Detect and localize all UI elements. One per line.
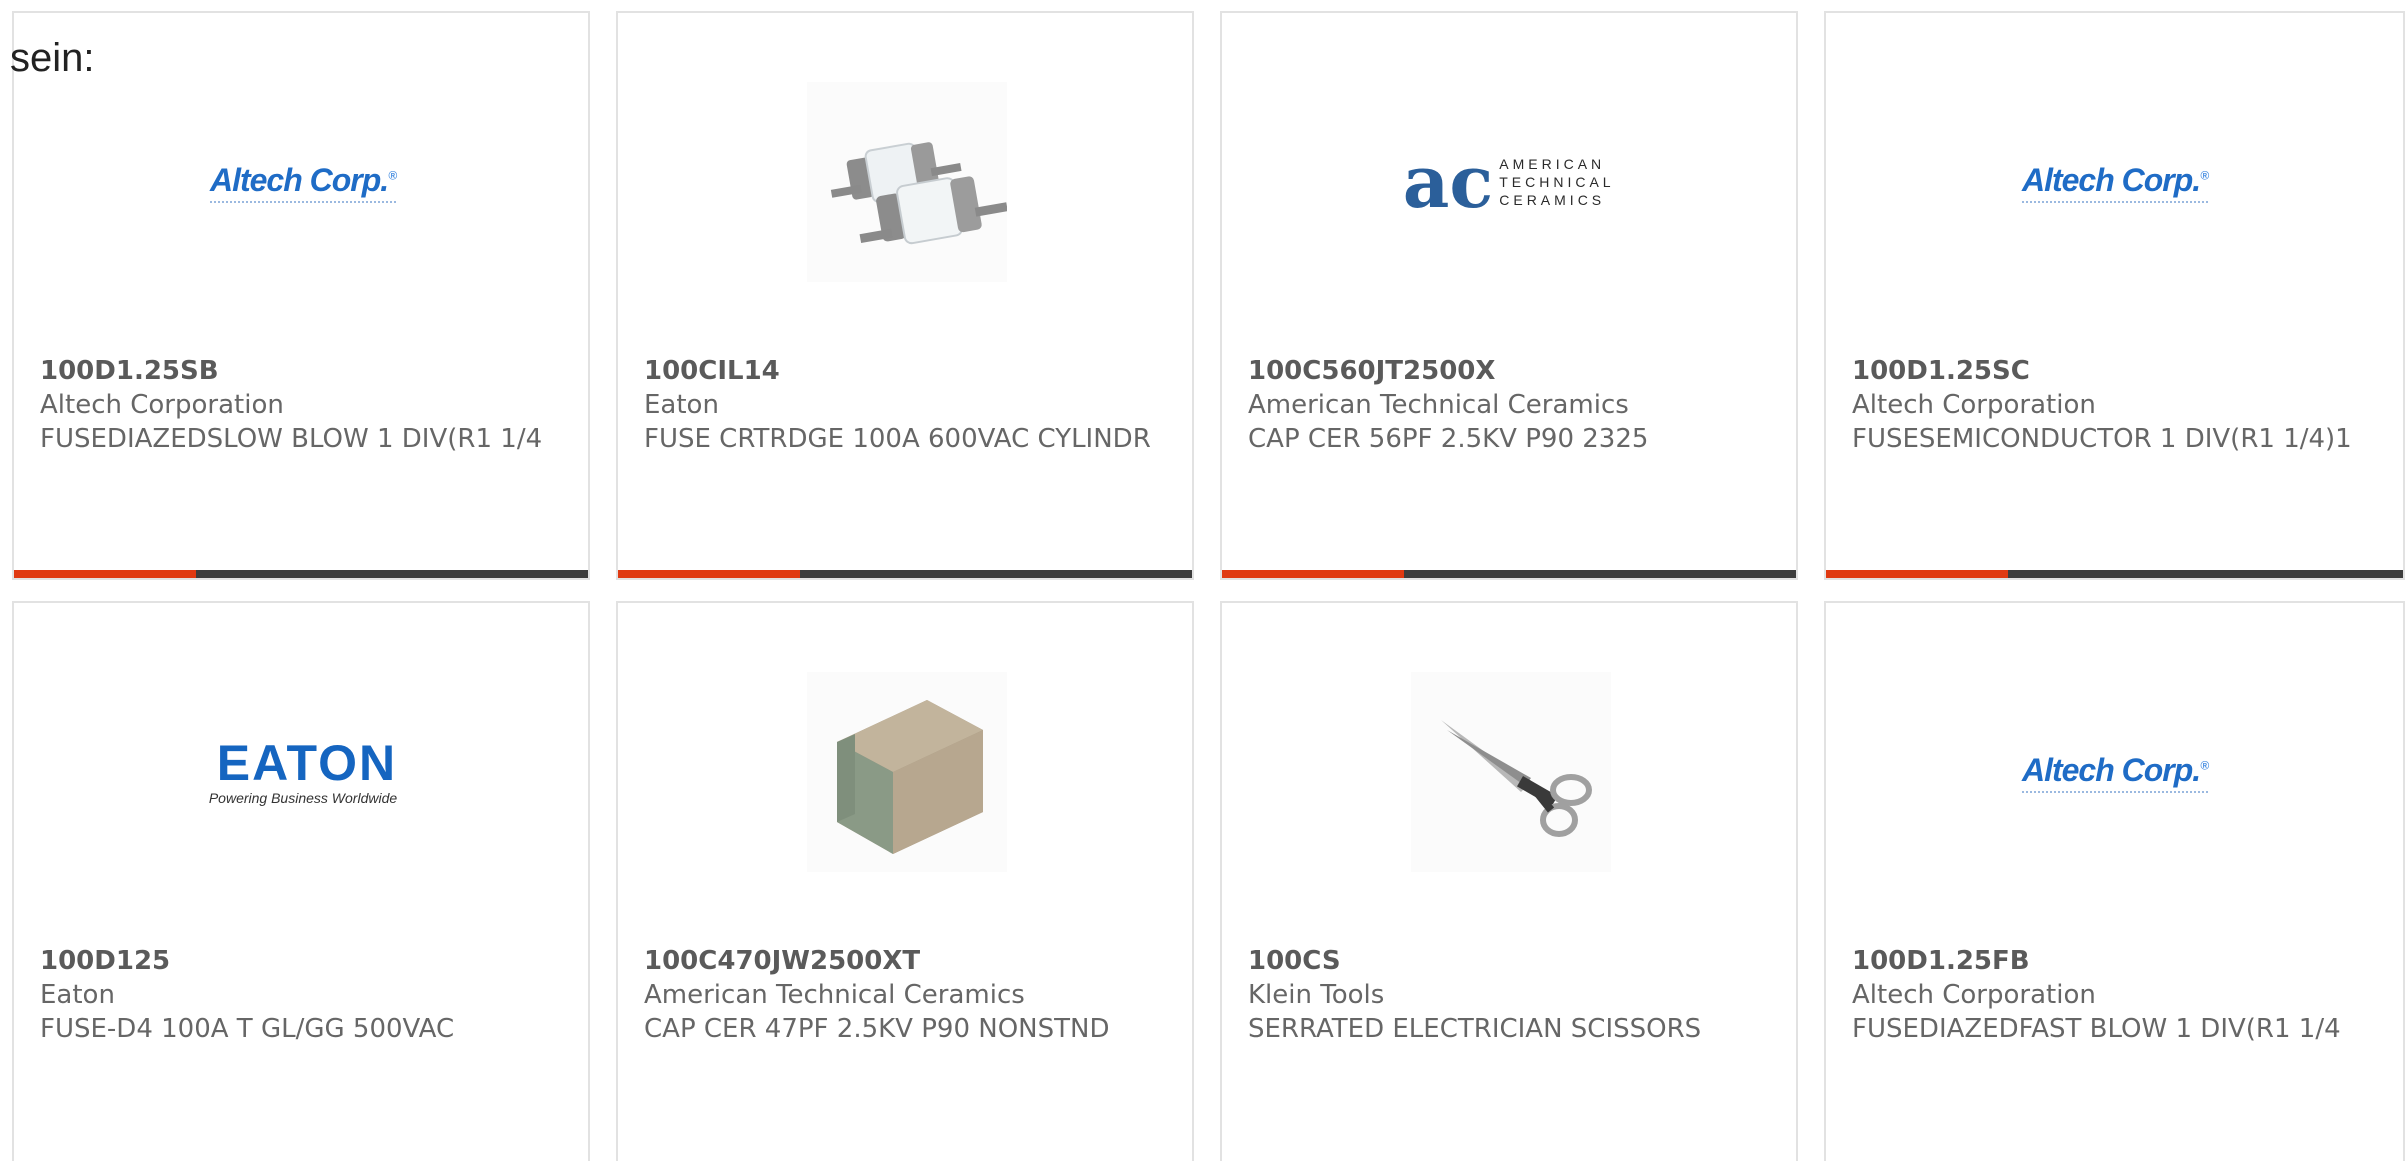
product-description: FUSESEMICONDUCTOR 1 DIV(R1 1/4)1	[1852, 424, 2352, 454]
product-image[interactable]	[1411, 672, 1611, 872]
manufacturer-name: Altech Corporation	[40, 390, 284, 420]
card-accent-bar	[618, 570, 800, 578]
card-accent-bar	[1222, 570, 1404, 578]
product-info: 100CIL14 Eaton FUSE CRTRDGE 100A 600VAC …	[644, 354, 1164, 456]
manufacturer-name: Eaton	[644, 390, 719, 420]
cartridge-fuse-photo	[807, 82, 1007, 282]
manufacturer-name: Altech Corporation	[1852, 390, 2096, 420]
product-info: 100C560JT2500X American Technical Cerami…	[1248, 354, 1768, 456]
product-info: 100D125 Eaton FUSE-D4 100A T GL/GG 500VA…	[40, 944, 560, 1046]
product-info: 100D1.25SC Altech Corporation FUSESEMICO…	[1852, 354, 2372, 456]
product-description: CAP CER 47PF 2.5KV P90 NONSTND	[644, 1014, 1110, 1044]
card-bottom-bar	[1222, 570, 1796, 578]
card-bottom-bar	[1826, 570, 2403, 578]
product-info: 100CS Klein Tools SERRATED ELECTRICIAN S…	[1248, 944, 1768, 1046]
product-card[interactable]: EATON Powering Business Worldwide 100D12…	[12, 601, 590, 1161]
manufacturer-name: American Technical Ceramics	[644, 980, 1025, 1010]
card-bottom-bar	[14, 570, 588, 578]
atc-logo-text: AMERICAN TECHNICAL CERAMICS	[1499, 156, 1615, 208]
product-description: FUSEDIAZEDSLOW BLOW 1 DIV(R1 1/4	[40, 424, 543, 454]
part-number-link[interactable]: 100C560JT2500X	[1248, 354, 1768, 388]
part-number-link[interactable]: 100D1.25FB	[1852, 944, 2372, 978]
atc-logo: ac AMERICAN TECHNICAL CERAMICS	[1402, 139, 1620, 224]
product-description: FUSE-D4 100A T GL/GG 500VAC	[40, 1014, 455, 1044]
manufacturer-name: Klein Tools	[1248, 980, 1385, 1010]
product-card[interactable]: Altech Corp.® 100D1.25SB Altech Corporat…	[12, 11, 590, 580]
card-accent-bar	[14, 570, 196, 578]
scissors-photo	[1411, 672, 1611, 872]
product-image[interactable]: Altech Corp.®	[203, 82, 403, 282]
product-image[interactable]	[807, 672, 1007, 872]
part-number-link[interactable]: 100D125	[40, 944, 560, 978]
eaton-logo: EATON Powering Business Worldwide	[209, 738, 397, 806]
product-card[interactable]: 100CIL14 Eaton FUSE CRTRDGE 100A 600VAC …	[616, 11, 1194, 580]
product-card[interactable]: Altech Corp.® 100D1.25SC Altech Corporat…	[1824, 11, 2405, 580]
product-card[interactable]: Altech Corp.® 100D1.25FB Altech Corporat…	[1824, 601, 2405, 1161]
product-image[interactable]: Altech Corp.®	[2015, 82, 2215, 282]
product-description: CAP CER 56PF 2.5KV P90 2325	[1248, 424, 1649, 454]
part-number-link[interactable]: 100D1.25SB	[40, 354, 560, 388]
eaton-logo-wordmark: EATON	[216, 735, 398, 791]
product-info: 100D1.25SB Altech Corporation FUSEDIAZED…	[40, 354, 560, 456]
page-prefix-text: sein:	[10, 36, 95, 80]
product-info: 100D1.25FB Altech Corporation FUSEDIAZED…	[1852, 944, 2372, 1046]
product-image[interactable]: ac AMERICAN TECHNICAL CERAMICS	[1403, 82, 1611, 282]
product-description: SERRATED ELECTRICIAN SCISSORS	[1248, 1014, 1702, 1044]
product-card[interactable]: 100C470JW2500XT American Technical Ceram…	[616, 601, 1194, 1161]
product-info: 100C470JW2500XT American Technical Ceram…	[644, 944, 1164, 1046]
part-number-link[interactable]: 100D1.25SC	[1852, 354, 2372, 388]
product-image[interactable]: EATON Powering Business Worldwide	[203, 672, 403, 872]
altech-logo: Altech Corp.®	[209, 162, 397, 203]
part-number-link[interactable]: 100CIL14	[644, 354, 1164, 388]
product-image[interactable]	[807, 82, 1007, 282]
altech-logo: Altech Corp.®	[2021, 752, 2209, 793]
card-accent-bar	[1826, 570, 2008, 578]
part-number-link[interactable]: 100C470JW2500XT	[644, 944, 1164, 978]
product-description: FUSEDIAZEDFAST BLOW 1 DIV(R1 1/4	[1852, 1014, 2341, 1044]
product-image[interactable]: Altech Corp.®	[2015, 672, 2215, 872]
atc-logo-mark: ac	[1402, 139, 1494, 224]
manufacturer-name: Eaton	[40, 980, 115, 1010]
manufacturer-name: Altech Corporation	[1852, 980, 2096, 1010]
product-card[interactable]: 100CS Klein Tools SERRATED ELECTRICIAN S…	[1220, 601, 1798, 1161]
part-number-link[interactable]: 100CS	[1248, 944, 1768, 978]
ceramic-capacitor-photo	[807, 672, 1007, 872]
altech-logo: Altech Corp.®	[2021, 162, 2209, 203]
card-bottom-bar	[618, 570, 1192, 578]
eaton-logo-tagline: Powering Business Worldwide	[208, 790, 398, 806]
product-grid-page: Altech Corp.® 100D1.25SB Altech Corporat…	[0, 0, 2405, 1161]
product-card[interactable]: ac AMERICAN TECHNICAL CERAMICS 100C560JT…	[1220, 11, 1798, 580]
manufacturer-name: American Technical Ceramics	[1248, 390, 1629, 420]
product-description: FUSE CRTRDGE 100A 600VAC CYLINDR	[644, 424, 1151, 454]
